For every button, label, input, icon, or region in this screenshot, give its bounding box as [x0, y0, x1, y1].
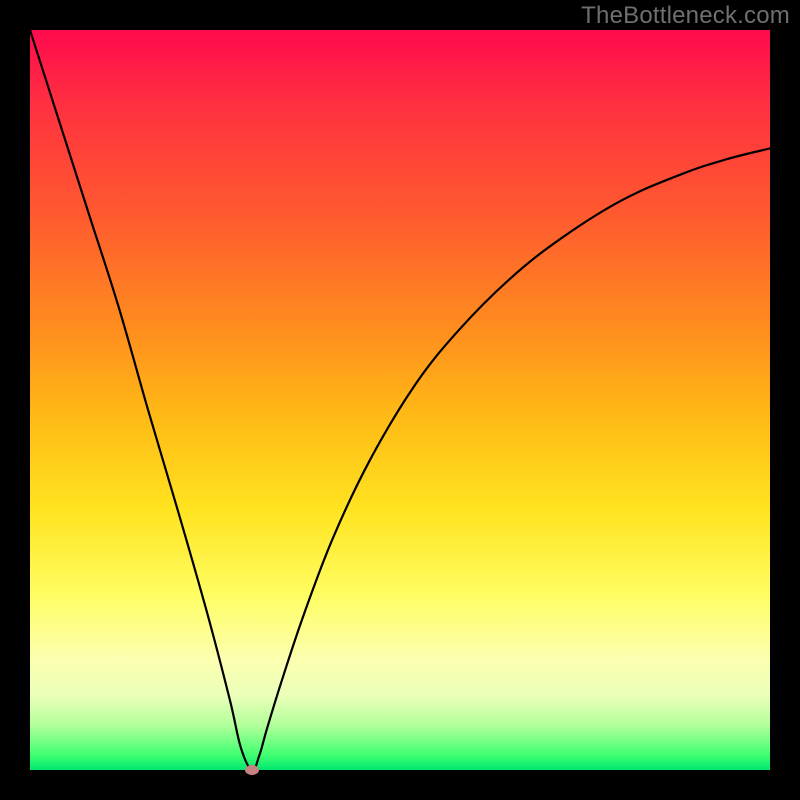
plot-area: [30, 30, 770, 770]
minimum-marker: [245, 765, 259, 775]
curve-layer: [30, 30, 770, 770]
chart-container: TheBottleneck.com: [0, 0, 800, 800]
watermark-text: TheBottleneck.com: [581, 2, 790, 30]
bottleneck-curve: [30, 30, 770, 770]
plot-frame: [30, 30, 770, 770]
